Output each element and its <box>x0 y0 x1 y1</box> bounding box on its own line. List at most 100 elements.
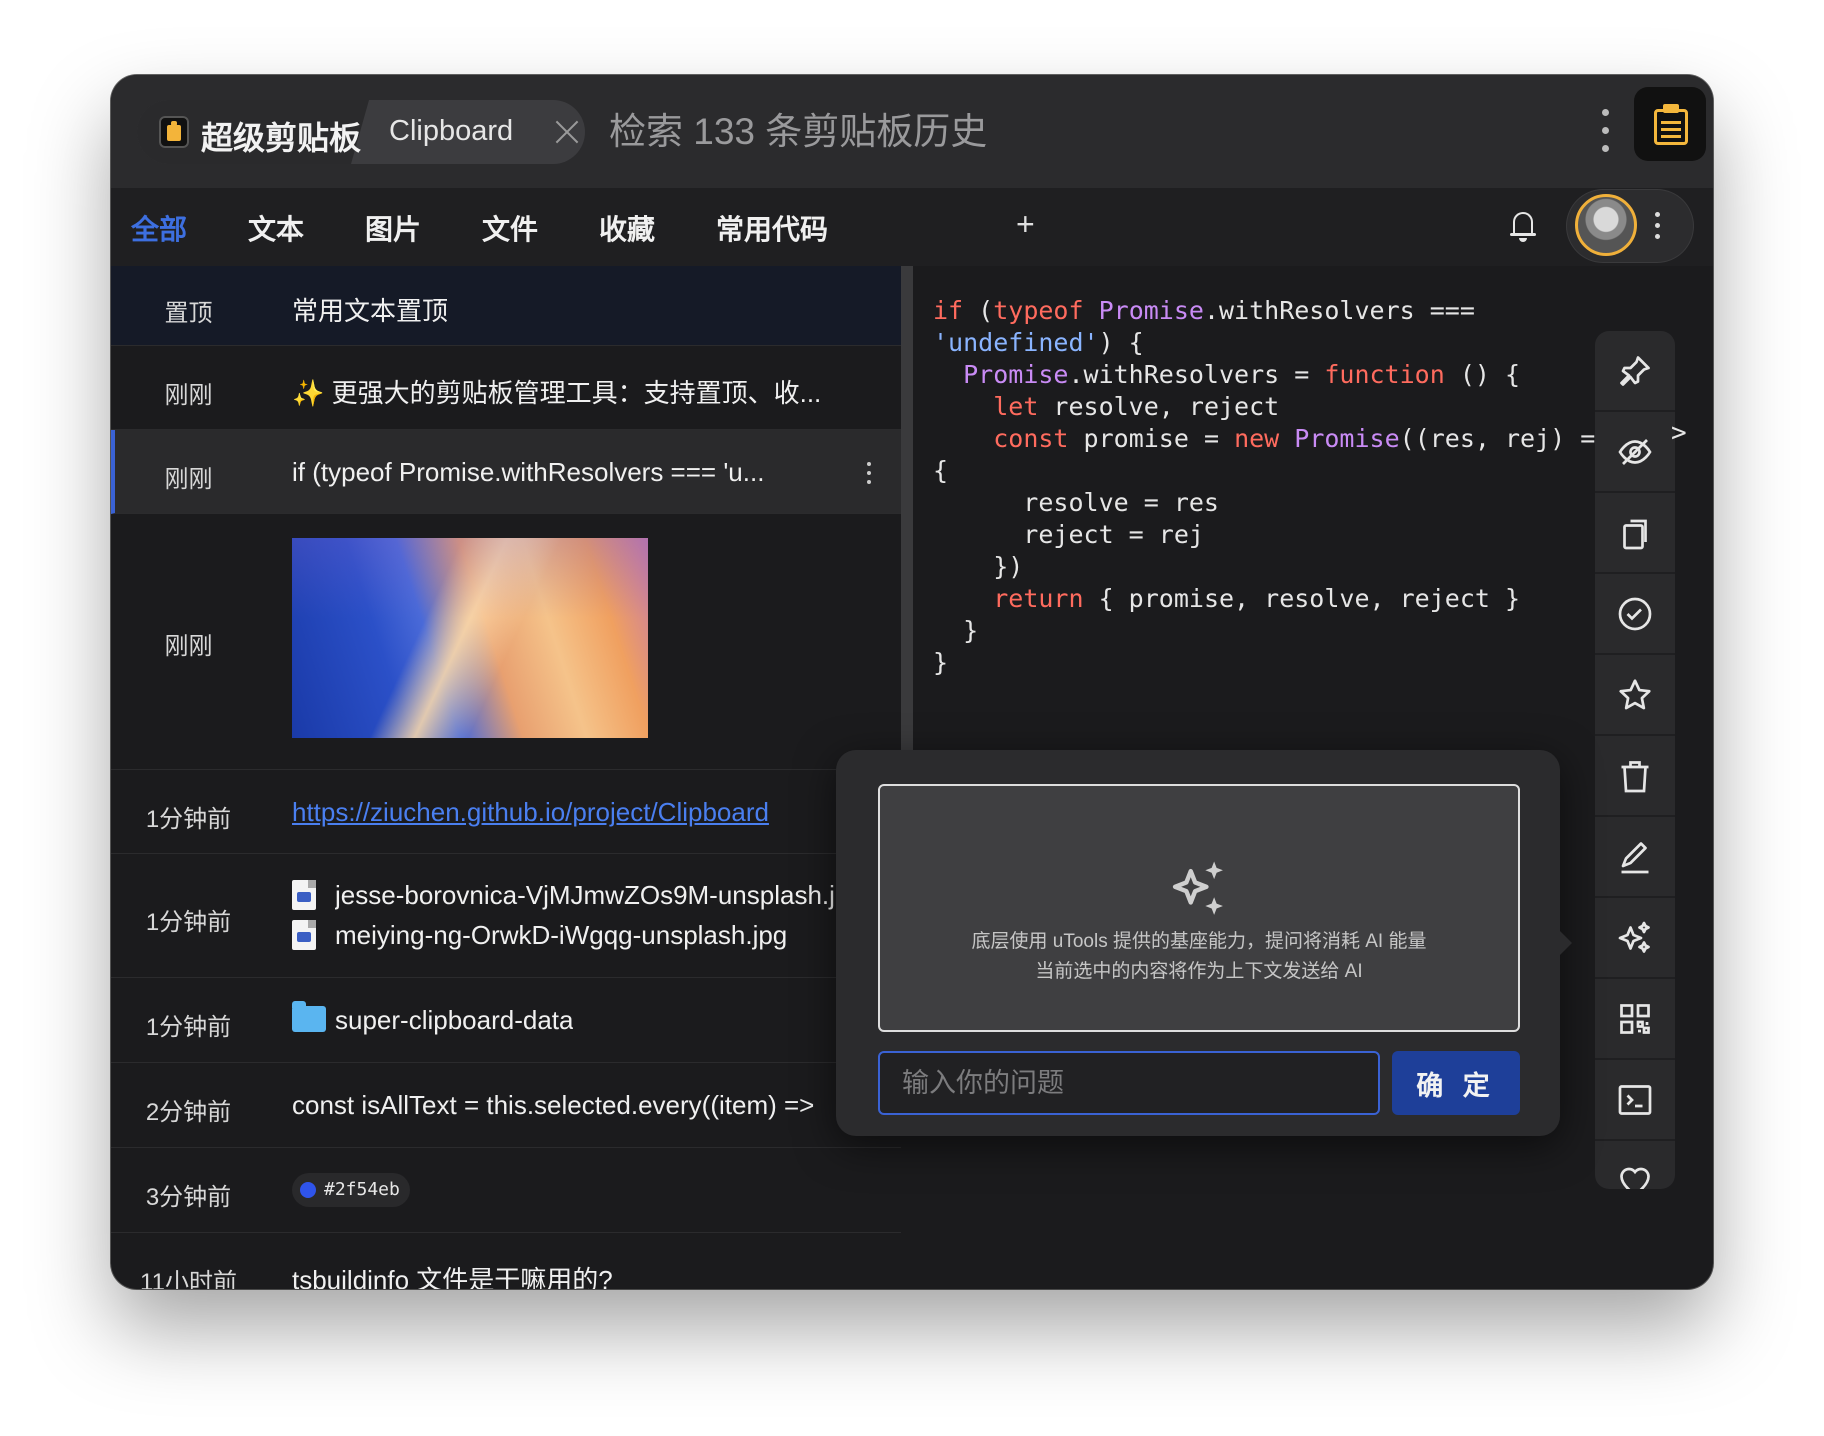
hide-button[interactable] <box>1595 412 1675 493</box>
image-file-icon <box>292 920 316 950</box>
tab-text[interactable]: 文本 <box>248 208 304 248</box>
trash-icon <box>1621 761 1649 793</box>
list-item[interactable]: 刚刚 ✨ 更强大的剪贴板管理工具：支持置顶、收... <box>111 346 901 430</box>
copy-icon <box>1623 519 1647 550</box>
item-time: 1分钟前 <box>145 909 232 936</box>
list-item[interactable]: 置顶 常用文本置顶 <box>111 266 901 346</box>
check-circle-icon <box>1618 597 1652 631</box>
terminal-button[interactable] <box>1595 1060 1675 1141</box>
action-toolbar <box>1595 331 1675 1189</box>
qrcode-icon <box>1620 1004 1650 1034</box>
list-item[interactable]: 11小时前 tsbuildinfo 文件是干嘛用的? <box>111 1233 901 1289</box>
list-item[interactable]: 2分钟前 const isAllText = this.selected.eve… <box>111 1063 901 1148</box>
active-tab-label[interactable]: Clipboard <box>389 115 513 148</box>
color-hex: #2f54eb <box>324 1179 400 1200</box>
ai-note-line2: 当前选中的内容将作为上下文发送给 AI <box>1035 961 1363 982</box>
pin-icon <box>1620 356 1650 386</box>
code-line: const promise = new Promise((res, rej) =… <box>993 424 1611 453</box>
item-time: 1分钟前 <box>145 1014 232 1041</box>
terminal-icon <box>1618 1085 1652 1115</box>
code-line: return { promise, resolve, reject } <box>993 584 1521 613</box>
folder-icon <box>292 1001 326 1032</box>
copy-button[interactable] <box>1595 493 1675 574</box>
clipboard-app-icon <box>159 116 189 148</box>
list-item[interactable]: 1分钟前 https://ziuchen.github.io/project/C… <box>111 770 901 854</box>
code-line: { <box>933 456 949 485</box>
category-nav: 全部 文本 图片 文件 收藏 常用代码 + <box>111 188 1713 266</box>
item-folder-name: super-clipboard-data <box>335 1005 574 1035</box>
item-time: 11小时前 <box>140 1269 237 1289</box>
clipboard-icon[interactable] <box>1634 87 1706 161</box>
list-scrollbar[interactable] <box>901 266 913 751</box>
list-item[interactable]: 刚刚 <box>111 514 901 770</box>
confirm-button[interactable]: 确 定 <box>1392 1051 1520 1115</box>
code-line: let resolve, reject <box>993 392 1280 421</box>
app-name: 超级剪贴板 <box>201 120 362 156</box>
tab-files[interactable]: 文件 <box>482 208 538 248</box>
bell-icon[interactable] <box>1509 210 1537 242</box>
avatar[interactable] <box>1575 194 1637 256</box>
item-text: ✨ 更强大的剪贴板管理工具：支持置顶、收... <box>292 378 822 408</box>
code-line: } <box>933 648 949 677</box>
more-vertical-icon[interactable] <box>1599 107 1611 157</box>
code-line: resolve = res <box>933 488 1219 517</box>
item-file-name: jesse-borovnica-VjMJmwZOs9M-unsplash.jpg <box>335 880 864 910</box>
app-window: 超级剪贴板 Clipboard 全部 文本 图片 文件 收藏 常用代码 + <box>111 75 1713 1289</box>
more-vertical-icon[interactable] <box>1653 210 1663 242</box>
more-vertical-icon[interactable] <box>866 460 874 486</box>
list-item[interactable]: 1分钟前 jesse-borovnica-VjMJmwZOs9M-unsplas… <box>111 854 901 978</box>
sparkle-icon <box>1618 921 1650 953</box>
item-text: const isAllText = this.selected.every((i… <box>292 1090 815 1120</box>
tab-common-code[interactable]: 常用代码 <box>716 208 828 248</box>
item-time: 置顶 <box>164 300 213 327</box>
item-link[interactable]: https://ziuchen.github.io/project/Clipbo… <box>292 797 769 828</box>
item-time: 2分钟前 <box>145 1099 232 1126</box>
favorite-button[interactable] <box>1595 655 1675 736</box>
title-bar: 超级剪贴板 Clipboard <box>111 75 1713 188</box>
like-button[interactable] <box>1595 1141 1675 1189</box>
ai-ask-popup: 底层使用 uTools 提供的基座能力，提问将消耗 AI 能量 当前选中的内容将… <box>836 750 1560 1136</box>
item-text: 常用文本置顶 <box>292 296 449 326</box>
image-thumbnail[interactable] <box>292 538 648 738</box>
item-time: 刚刚 <box>164 382 213 409</box>
code-line: }) <box>933 552 1024 581</box>
search-input[interactable] <box>607 101 1511 163</box>
qrcode-button[interactable] <box>1595 979 1675 1060</box>
ai-info-card: 底层使用 uTools 提供的基座能力，提问将消耗 AI 能量 当前选中的内容将… <box>878 784 1520 1032</box>
close-icon[interactable] <box>553 118 581 146</box>
tab-images[interactable]: 图片 <box>365 208 421 248</box>
clipboard-history-list: 置顶 常用文本置顶 刚刚 ✨ 更强大的剪贴板管理工具：支持置顶、收... 刚刚 … <box>111 266 901 1289</box>
code-line: Promise.withResolvers = function () { <box>963 360 1521 389</box>
popup-pointer <box>1560 931 1572 955</box>
pin-button[interactable] <box>1595 331 1675 412</box>
color-chip: #2f54eb <box>292 1173 410 1207</box>
item-file-name: meiying-ng-OrwkD-iWgqg-unsplash.jpg <box>335 920 788 950</box>
select-button[interactable] <box>1595 574 1675 655</box>
item-time: 3分钟前 <box>145 1184 232 1211</box>
ai-button[interactable] <box>1595 898 1675 979</box>
list-item[interactable]: 3分钟前 #2f54eb <box>111 1148 901 1233</box>
edit-button[interactable] <box>1595 817 1675 898</box>
profile-menu[interactable] <box>1567 190 1693 262</box>
list-item[interactable]: 刚刚 if (typeof Promise.withResolvers === … <box>111 430 901 514</box>
tab-all[interactable]: 全部 <box>131 208 187 248</box>
delete-button[interactable] <box>1595 736 1675 817</box>
color-swatch <box>300 1182 316 1198</box>
ai-note-line1: 底层使用 uTools 提供的基座能力，提问将消耗 AI 能量 <box>971 931 1427 952</box>
code-line: } <box>933 616 979 645</box>
list-item[interactable]: 1分钟前 super-clipboard-data <box>111 978 901 1063</box>
code-line: if (typeof Promise.withResolvers === <box>933 296 1475 325</box>
ai-question-input[interactable] <box>878 1051 1380 1115</box>
star-icon <box>1619 679 1651 710</box>
item-text: if (typeof Promise.withResolvers === 'u.… <box>292 457 765 487</box>
item-time: 1分钟前 <box>145 806 232 833</box>
add-tab-button[interactable]: + <box>1016 206 1035 243</box>
app-tab-pill[interactable]: 超级剪贴板 Clipboard <box>137 100 585 164</box>
eye-off-icon <box>1618 439 1652 465</box>
item-time: 刚刚 <box>164 633 213 660</box>
code-preview: if (typeof Promise.withResolvers === 'un… <box>933 295 1610 679</box>
sparkle-icon <box>1172 861 1223 915</box>
tab-favorites[interactable]: 收藏 <box>599 208 655 248</box>
code-line: reject = rej <box>933 520 1204 549</box>
image-file-icon <box>292 880 316 910</box>
